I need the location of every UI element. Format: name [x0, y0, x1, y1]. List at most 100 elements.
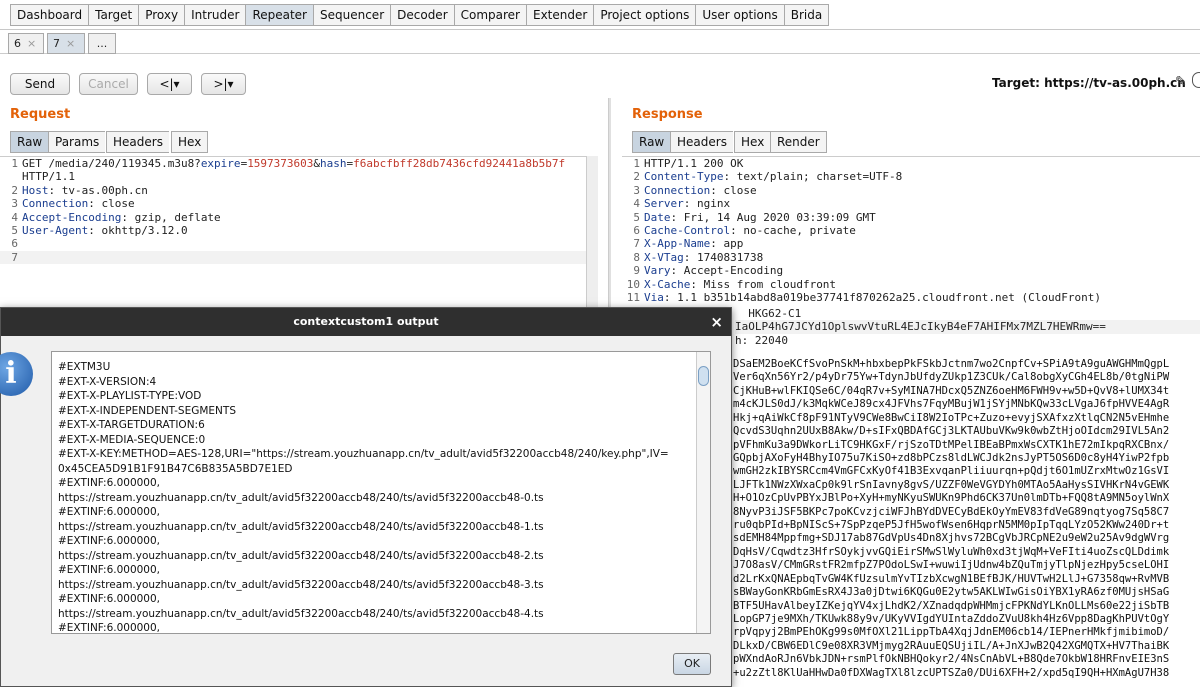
- output-line: #EXTINF:6.000000,: [58, 622, 161, 634]
- editor-line[interactable]: HTTP/1.1: [0, 170, 598, 183]
- line-number: 6: [11, 237, 18, 251]
- editor-line[interactable]: 5 User-Agent: okhttp/3.12.0: [0, 224, 598, 237]
- top-tab-dashboard[interactable]: Dashboard: [10, 4, 89, 26]
- burp-top-tab-bar: Dashboard Target Proxy Intruder Repeater Sequ…: [0, 0, 1200, 30]
- line-number: 3: [11, 197, 18, 211]
- top-tab-brida[interactable]: Brida: [783, 4, 830, 26]
- output-text[interactable]: #EXTM3U #EXT-X-VERSION:4 #EXT-X-PLAYLIST-T…: [58, 360, 688, 634]
- response-editor[interactable]: 1 HTTP/1.1 200 OK 2 Content-Type: text/plai…: [622, 156, 1200, 308]
- response-body-line: DSaEM2BoeKCfSvoPnSkM+hbxbepPkFSkbJctnm7w…: [733, 358, 1170, 370]
- dialog-title: contextcustom1 output ×: [1, 308, 731, 336]
- top-tab-user-options[interactable]: User options: [695, 4, 784, 26]
- new-tab-button[interactable]: ...: [88, 33, 116, 54]
- editor-line[interactable]: 2 Host: tv-as.00ph.cn: [0, 184, 598, 197]
- response-body-line: LopGP7je9MXh/TKUwk88y9v/UKyVVIgdYUIntaZd…: [733, 613, 1170, 626]
- request-tab-headers[interactable]: Headers: [106, 131, 169, 153]
- response-body-line: LJFTk1NWzXWxaCp0k9lrSnIavny8gvS/UZZF0WeV…: [733, 478, 1170, 491]
- editor-line[interactable]: 9 Vary: Accept-Encoding: [622, 264, 1200, 277]
- line-text: : tv-as.00ph.cn: [48, 183, 148, 197]
- ok-button[interactable]: OK: [673, 653, 711, 675]
- top-tab-proxy[interactable]: Proxy: [138, 4, 185, 26]
- top-tab-decoder[interactable]: Decoder: [390, 4, 454, 26]
- line-number: 2: [633, 170, 640, 184]
- line-text: HTTP/1.1 200 OK: [644, 157, 744, 170]
- response-tab-raw[interactable]: Raw: [632, 131, 671, 153]
- pane-splitter[interactable]: [608, 98, 611, 318]
- top-tabs: Dashboard Target Proxy Intruder Repeater Sequ…: [10, 4, 830, 26]
- editor-line[interactable]: 4 Server: nginx: [622, 197, 1200, 210]
- request-tab-raw[interactable]: Raw: [10, 131, 49, 153]
- header-key: Accept-Encoding: [22, 210, 122, 224]
- line-text: GET /media/240/119345.m3u8?: [22, 157, 201, 170]
- response-body-line: wmGH2zkIBYSRCcm4VmGFCxKyOf41B3ExvqanPlii…: [733, 465, 1170, 478]
- forward-history-button[interactable]: >|▾: [201, 73, 246, 95]
- header-key: X-App-Name: [644, 237, 711, 251]
- editor-line[interactable]: 5 Date: Fri, 14 Aug 2020 03:39:09 GMT: [622, 211, 1200, 224]
- editor-line[interactable]: 7: [0, 250, 598, 265]
- editor-line[interactable]: 7 X-App-Name: app: [622, 237, 1200, 250]
- close-icon[interactable]: ×: [710, 308, 723, 336]
- editor-line[interactable]: 4 Accept-Encoding: gzip, deflate: [0, 211, 598, 224]
- sub-tab-6[interactable]: 6 ×: [8, 33, 44, 54]
- editor-line[interactable]: 6: [0, 237, 598, 250]
- editor-line[interactable]: 1 GET /media/240/119345.m3u8?expire=15973…: [0, 157, 598, 170]
- close-icon[interactable]: ×: [27, 37, 36, 50]
- header-key: X-Cache: [644, 277, 691, 291]
- top-tab-repeater[interactable]: Repeater: [245, 4, 313, 26]
- header-key: Connection: [22, 197, 89, 211]
- request-editor[interactable]: 1 GET /media/240/119345.m3u8?expire=15973…: [0, 156, 598, 308]
- response-body-line: d2LrKxQNAEpbqTvGW4KfUzsulmYvTIzbXcwgN1BE…: [733, 572, 1170, 585]
- top-tab-extender[interactable]: Extender: [526, 4, 594, 26]
- response-body-line: pVFhmKu3a9DWkorLiTC9HKGxF/rjSzoTDtMPelIB…: [733, 438, 1170, 451]
- response-body-line: sBWayGonKRbGmEsRX4J3a0jDtwi6KQGu0E2ytw5A…: [733, 586, 1170, 599]
- help-icon[interactable]: [1192, 72, 1200, 88]
- info-icon: i: [0, 352, 33, 396]
- header-key: Content-Type: [644, 170, 724, 184]
- request-scrollbar[interactable]: [586, 156, 598, 308]
- request-tab-hex[interactable]: Hex: [171, 131, 209, 153]
- top-tab-project-options[interactable]: Project options: [593, 4, 696, 26]
- top-tab-comparer[interactable]: Comparer: [453, 4, 526, 26]
- response-body-line: DLkxD/CBW6EDlC9e08XR3VMjmyg2RAuuEQSUjiIL…: [733, 639, 1170, 652]
- editor-line[interactable]: 1 HTTP/1.1 200 OK: [622, 157, 1200, 170]
- sub-tab-7[interactable]: 7 ×: [47, 33, 85, 54]
- header-key: Host: [22, 183, 49, 197]
- request-title: Request: [10, 107, 71, 122]
- header-key: User-Agent: [22, 223, 89, 237]
- editor-line[interactable]: 2 Content-Type: text/plain; charset=UTF-8: [622, 170, 1200, 183]
- response-body-line: m4cKJLS0dJ/k3MqkWCeJ89cx4JFVhs7FqyMBujW1…: [733, 398, 1170, 411]
- scroll-thumb[interactable]: [698, 366, 709, 386]
- response-body-line: Ver6qXn56Yr2/p4yDr75Yw+TdynJbUfdyZUkp1Z3…: [733, 371, 1170, 384]
- line-number: 1: [11, 157, 18, 170]
- request-tab-params[interactable]: Params: [48, 131, 106, 153]
- response-tab-headers[interactable]: Headers: [670, 131, 733, 153]
- output-scrollbar[interactable]: [696, 352, 710, 633]
- dialog-title-text: contextcustom1 output: [293, 315, 439, 328]
- back-history-button[interactable]: <|▾: [147, 73, 192, 95]
- response-tab-render[interactable]: Render: [770, 131, 827, 153]
- top-tab-intruder[interactable]: Intruder: [184, 4, 246, 26]
- line-text: : Accept-Encoding: [670, 264, 784, 278]
- editor-line[interactable]: 3 Connection: close: [0, 197, 598, 210]
- response-title: Response: [632, 107, 703, 122]
- edit-target-icon[interactable]: ✎: [1175, 74, 1187, 90]
- response-body-line: H+O1OzCpUvPBYxJBlPo+XyH+myNKyuSWUKn9Phd6…: [733, 492, 1170, 505]
- top-tab-target[interactable]: Target: [88, 4, 139, 26]
- send-button[interactable]: Send: [10, 73, 70, 95]
- editor-line[interactable]: 11 Via: 1.1 b351b14abd8a019be37741f870262…: [622, 291, 1200, 304]
- output-line: https://stream.youzhuanapp.cn/tv_adult/a…: [58, 549, 544, 562]
- close-icon[interactable]: ×: [66, 37, 75, 50]
- editor-line[interactable]: 3 Connection: close: [622, 184, 1200, 197]
- response-tab-hex[interactable]: Hex: [734, 131, 771, 153]
- cancel-button[interactable]: Cancel: [79, 73, 138, 95]
- line-number: 10: [626, 277, 640, 291]
- top-tab-sequencer[interactable]: Sequencer: [313, 4, 391, 26]
- response-partial-lines: HKG62-C1 IaOLP4hG7JCYd1OplswvVtuRL4EJcIky…: [735, 307, 1200, 357]
- output-textarea[interactable]: #EXTM3U #EXT-X-VERSION:4 #EXT-X-PLAYLIST-T…: [51, 351, 711, 634]
- response-line: HKG62-C1: [735, 307, 802, 320]
- editor-line[interactable]: 8 X-VTag: 1740831738: [622, 251, 1200, 264]
- editor-line[interactable]: 10 X-Cache: Miss from cloudfront: [622, 278, 1200, 291]
- response-body[interactable]: DSaEM2BoeKCfSvoPnSkM+hbxbepPkFSkbJctnm7w…: [733, 358, 1200, 678]
- editor-line[interactable]: 6 Cache-Control: no-cache, private: [622, 224, 1200, 237]
- output-line: https://stream.youzhuanapp.cn/tv_adult/a…: [58, 520, 544, 533]
